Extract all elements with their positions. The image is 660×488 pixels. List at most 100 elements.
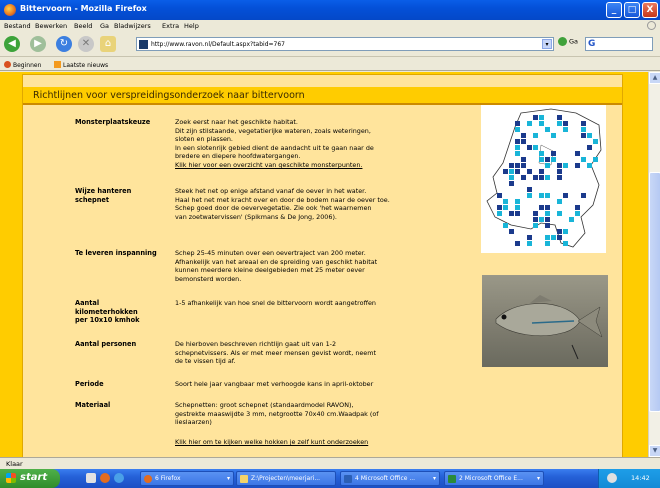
map-cell xyxy=(533,211,538,216)
text-line: Zoek eerst naar het geschikte habitat. xyxy=(175,118,298,126)
scroll-down-icon[interactable]: ▼ xyxy=(649,445,660,457)
tray-icon[interactable] xyxy=(607,473,617,483)
taskbar-firefox[interactable]: 6 Firefox ▾ xyxy=(140,471,234,486)
map-cell xyxy=(563,229,568,234)
address-bar[interactable]: http://www.ravon.nl/Default.aspx?tabid=7… xyxy=(136,37,554,51)
map-cell xyxy=(545,217,550,222)
map-cell xyxy=(533,115,538,120)
map-cell xyxy=(581,157,586,162)
map-cell xyxy=(575,205,580,210)
label-inspanning: Te leveren inspanning xyxy=(75,249,157,257)
map-cell xyxy=(545,127,550,132)
map-cell xyxy=(521,157,526,162)
text-line: De hierboven beschreven richtlijn gaat u… xyxy=(175,340,337,348)
map-cell xyxy=(545,211,550,216)
map-cell xyxy=(509,181,514,186)
map-cell xyxy=(527,169,532,174)
task-label: Z:\Projecten\meerjari... xyxy=(251,475,321,482)
map-cell xyxy=(515,145,520,150)
map-cell xyxy=(557,199,562,204)
text-line: bredere en diepere hoofdwatergangen. xyxy=(175,152,301,161)
menu-bladwijzers[interactable]: Bladwijzers xyxy=(114,22,151,30)
map-cell xyxy=(545,175,550,180)
hokken-link[interactable]: Klik hier om te kijken welke hokken je z… xyxy=(175,438,440,447)
map-cell xyxy=(515,139,520,144)
text-line: gestrekte maaswijdte 3 mm, netgrootte 70… xyxy=(175,409,379,418)
map-cell xyxy=(545,235,550,240)
maximize-button[interactable]: □ xyxy=(624,2,640,18)
map-cell xyxy=(515,163,520,168)
map-cell xyxy=(593,139,598,144)
map-cell xyxy=(503,199,508,204)
map-cell xyxy=(575,163,580,168)
scroll-up-icon[interactable]: ▲ xyxy=(649,72,660,84)
map-cell xyxy=(545,205,550,210)
start-button[interactable]: start xyxy=(0,469,60,488)
bookmark-beginnen[interactable]: Beginnen xyxy=(4,61,41,69)
forward-arrow-icon[interactable]: ▶ xyxy=(30,36,46,52)
text-line: kunnen meerdere kleine deelgebieden met … xyxy=(175,266,365,275)
vertical-scrollbar[interactable]: ▲ ▼ xyxy=(648,72,660,457)
taskbar-office-1[interactable]: 4 Microsoft Office ... ▾ xyxy=(340,471,440,486)
quicklaunch-desktop-icon[interactable] xyxy=(86,473,96,483)
map-cell xyxy=(551,151,556,156)
chevron-down-icon[interactable]: ▾ xyxy=(542,39,552,49)
monsterpunten-link[interactable]: Klik hier voor een overzicht van geschik… xyxy=(175,161,440,170)
map-cell xyxy=(509,175,514,180)
map-cell xyxy=(509,229,514,234)
quicklaunch-ie-icon[interactable] xyxy=(114,473,124,483)
taskbar-explorer[interactable]: Z:\Projecten\meerjari... xyxy=(236,471,336,486)
start-label: start xyxy=(20,472,48,483)
fish-fin xyxy=(530,295,552,303)
label-monsterplaatskeuze: Monsterplaatskeuze xyxy=(75,118,151,126)
map-cell xyxy=(557,115,562,120)
map-cell xyxy=(581,121,586,126)
google-icon: G xyxy=(588,39,596,49)
map-cell xyxy=(533,217,538,222)
scroll-thumb[interactable] xyxy=(649,172,660,412)
reload-icon[interactable]: ↻ xyxy=(56,36,72,52)
task-label: 2 Microsoft Office E... xyxy=(459,475,523,482)
map-cell xyxy=(545,157,550,162)
status-bar: Klaar xyxy=(0,457,660,469)
go-button[interactable]: Ga xyxy=(558,37,578,46)
map-cell xyxy=(539,151,544,156)
map-cell xyxy=(545,241,550,246)
menu-bar: Bestand Bewerken Beeld Ga Bladwijzers Ex… xyxy=(0,20,660,32)
close-button[interactable]: X xyxy=(642,2,658,18)
map-cell xyxy=(527,121,532,126)
map-cell xyxy=(539,157,544,162)
menu-extra[interactable]: Extra xyxy=(162,22,179,30)
windows-taskbar: start 6 Firefox ▾ Z:\Projecten\meerjari..… xyxy=(0,469,660,488)
address-url: http://www.ravon.nl/Default.aspx?tabid=7… xyxy=(151,41,285,48)
menu-help[interactable]: Help xyxy=(184,22,199,30)
map-cell xyxy=(563,127,568,132)
menu-beeld[interactable]: Beeld xyxy=(74,22,92,30)
map-cell xyxy=(497,205,502,210)
bookmark-laatste-nieuws[interactable]: Laatste nieuws xyxy=(54,61,108,69)
taskbar-office-2[interactable]: 2 Microsoft Office E... ▾ xyxy=(444,471,544,486)
home-icon[interactable]: ⌂ xyxy=(100,36,116,52)
label-kilometerhokken: Aantal kilometerhokken per 10x10 kmhok xyxy=(75,299,140,325)
fish-tail xyxy=(577,306,603,338)
menu-ga[interactable]: Ga xyxy=(100,22,109,30)
map-cell xyxy=(563,163,568,168)
label-schepnet: Wijze hanteren schepnet xyxy=(75,187,132,204)
task-label: 6 Firefox xyxy=(155,475,181,482)
bookmark-icon xyxy=(4,61,11,68)
map-cell xyxy=(563,121,568,126)
menu-bewerken[interactable]: Bewerken xyxy=(35,22,67,30)
map-cell xyxy=(503,223,508,228)
map-cell xyxy=(539,205,544,210)
text-kilometerhokken: 1-5 afhankelijk van hoe snel de bittervo… xyxy=(175,299,440,308)
map-cell xyxy=(557,175,562,180)
search-input[interactable]: G xyxy=(585,37,653,51)
firefox-icon xyxy=(144,475,152,483)
map-cell xyxy=(521,175,526,180)
back-arrow-icon[interactable]: ◀ xyxy=(4,36,20,52)
site-favicon-icon xyxy=(139,40,148,49)
menu-bestand[interactable]: Bestand xyxy=(4,22,31,30)
minimize-button[interactable]: _ xyxy=(606,2,622,18)
stop-icon[interactable]: ✕ xyxy=(78,36,94,52)
quicklaunch-firefox-icon[interactable] xyxy=(100,473,110,483)
